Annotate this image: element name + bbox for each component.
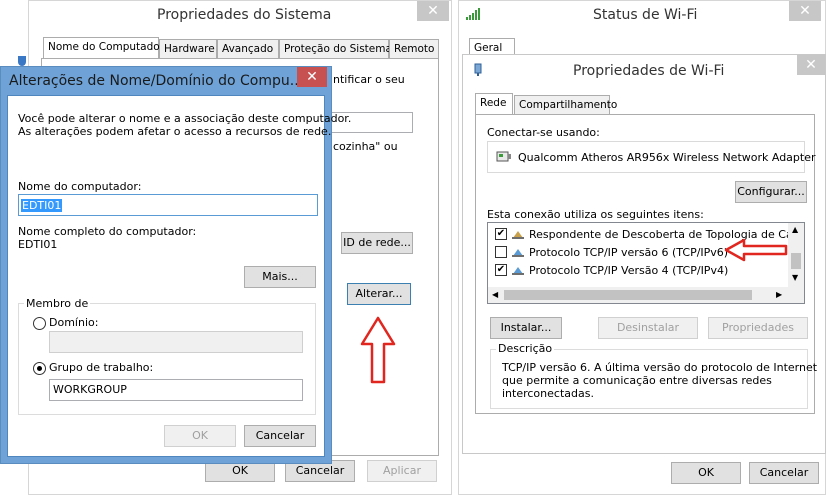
annotation-up-arrow-shape [360, 316, 396, 384]
network-id-button[interactable]: ID de rede... [341, 232, 413, 254]
domain-label: Domínio: [49, 316, 99, 329]
domain-input[interactable] [49, 331, 303, 353]
wifi-properties-title: Propriedades de Wi-Fi [573, 63, 725, 79]
vertical-scrollbar[interactable]: ▲ ▼ [788, 223, 804, 287]
computer-name-value: EDTI01 [21, 199, 63, 212]
full-computer-name-label: Nome completo do computador: [18, 225, 197, 238]
install-button[interactable]: Instalar... [490, 317, 562, 339]
tab-advanced[interactable]: Avançado [217, 39, 279, 59]
items-label: Esta conexão utiliza os seguintes itens: [487, 208, 704, 221]
wifi-properties-close-button[interactable]: ✕ [797, 55, 825, 75]
workgroup-input[interactable]: WORKGROUP [49, 379, 303, 401]
computer-name-input[interactable]: EDTI01 [18, 194, 318, 216]
change-button[interactable]: Alterar... [347, 283, 411, 305]
scroll-thumb[interactable] [791, 253, 801, 269]
rename-dialog-close-button[interactable]: ✕ [297, 67, 327, 87]
domain-radio[interactable] [33, 317, 46, 330]
description-line2: que permite a comunicação entre diversas… [502, 374, 772, 387]
scroll-left-arrow-icon[interactable]: ◀ [492, 290, 498, 299]
rename-dialog-body: Você pode alterar o nome e a associação … [7, 95, 351, 457]
shield-icon [18, 56, 26, 66]
network-adapter-icon [474, 63, 482, 76]
description-line3: interconectadas. [502, 387, 594, 400]
scroll-up-arrow-icon[interactable]: ▲ [792, 225, 798, 234]
tab-remote[interactable]: Remoto [389, 39, 439, 59]
item-label: Protocolo TCP/IP Versão 4 (TCP/IPv4) [529, 264, 729, 277]
scroll-down-arrow-icon[interactable]: ▼ [792, 273, 798, 282]
tab-hardware[interactable]: Hardware [159, 39, 217, 59]
workgroup-label: Grupo de trabalho: [49, 361, 154, 374]
tab-computer-name[interactable]: Nome do Computador [43, 37, 164, 59]
member-of-label: Membro de [24, 297, 91, 310]
wifi-status-title: Status de Wi-Fi [593, 7, 698, 23]
description-label: Descrição [496, 342, 555, 355]
more-button[interactable]: Mais... [244, 266, 316, 288]
wifi-status-ok-button[interactable]: OK [671, 462, 741, 484]
protocol-icon [512, 249, 524, 257]
tab-system-protection[interactable]: Proteção do Sistema [279, 39, 392, 59]
wifi-status-cancel-button[interactable]: Cancelar [749, 462, 819, 484]
adapter-name: Qualcomm Atheros AR956x Wireless Network… [518, 151, 816, 164]
annotation-left-arrow-shape [724, 238, 788, 262]
description-fragment-2: cozinha" ou [333, 140, 398, 153]
item-checkbox[interactable]: ✔ [495, 264, 507, 276]
rename-cancel-button[interactable]: Cancelar [244, 425, 316, 447]
item-checkbox[interactable]: ✔ [495, 228, 507, 240]
annotation-up-arrow [360, 316, 396, 384]
rename-dialog-window: Alterações de Nome/Domínio do Compu... ✕… [0, 66, 351, 464]
uninstall-button[interactable]: Desinstalar [598, 317, 698, 339]
connect-using-label: Conectar-se usando: [487, 126, 600, 139]
system-properties-close-button[interactable]: ✕ [417, 1, 449, 21]
item-label: Protocolo TCP/IP versão 6 (TCP/IPv6) [529, 246, 729, 259]
tab-sharing[interactable]: Compartilhamento [514, 95, 617, 115]
scroll-right-arrow-icon[interactable]: ▶ [776, 290, 782, 299]
list-item[interactable]: ✔ Protocolo TCP/IP Versão 4 (TCP/IPv4) [488, 262, 788, 279]
connection-items-list[interactable]: ✔ Respondente de Descoberta de Topologia… [487, 222, 805, 304]
adapter-box: Qualcomm Atheros AR956x Wireless Network… [487, 141, 816, 173]
full-computer-name-value: EDTI01 [18, 238, 58, 251]
protocol-icon [512, 231, 524, 239]
protocol-icon [512, 267, 524, 275]
rename-dialog-title: Alterações de Nome/Domínio do Compu... [9, 73, 304, 89]
item-checkbox[interactable] [495, 246, 507, 258]
system-properties-title: Propriedades do Sistema [157, 7, 332, 23]
network-tab-panel: Conectar-se usando: Qualcomm Atheros AR9… [475, 114, 818, 414]
tab-network[interactable]: Rede [475, 93, 513, 115]
computer-name-label: Nome do computador: [18, 180, 142, 193]
configure-button[interactable]: Configurar... [735, 181, 807, 203]
workgroup-radio[interactable] [33, 362, 46, 375]
adapter-icon [496, 151, 511, 162]
rename-description-line1: Você pode alterar o nome e a associação … [18, 112, 352, 125]
system-apply-button[interactable]: Aplicar [367, 460, 437, 482]
description-line1: TCP/IP versão 6. A última versão do prot… [502, 361, 818, 374]
wifi-status-close-button[interactable]: ✕ [789, 1, 821, 21]
horizontal-scrollbar[interactable]: ◀ ▶ [488, 287, 804, 303]
annotation-left-arrow [724, 238, 788, 262]
rename-ok-button[interactable]: OK [164, 425, 236, 447]
description-fragment-1: ntificar o seu [333, 73, 405, 86]
signal-strength-icon [466, 8, 480, 20]
horizontal-scroll-thumb[interactable] [504, 290, 752, 300]
properties-button[interactable]: Propriedades [708, 317, 808, 339]
rename-description-line2: As alterações podem afetar o acesso a re… [18, 125, 332, 138]
